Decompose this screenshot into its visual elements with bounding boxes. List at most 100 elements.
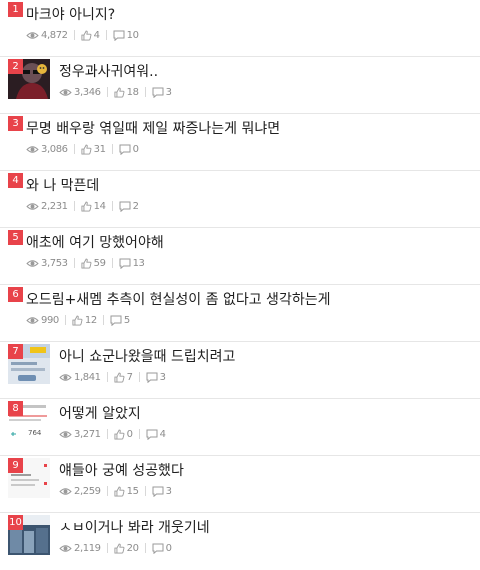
- post-meta: 3,753 59 13: [26, 256, 145, 270]
- comment-icon: [110, 315, 122, 326]
- post-title[interactable]: 마크야 아니지?: [26, 6, 115, 24]
- comment-icon: [119, 201, 131, 212]
- post-title[interactable]: 오드림+새멤 추측이 현실성이 좀 없다고 생각하는게: [26, 291, 330, 309]
- rank-badge: 5: [8, 230, 23, 245]
- comment-icon: [146, 372, 158, 383]
- like-count: 31: [93, 143, 106, 155]
- view-count: 2,231: [41, 200, 68, 212]
- like-count: 4: [93, 29, 100, 41]
- post-title[interactable]: 어떻게 알았지: [59, 405, 141, 423]
- like-count: 59: [93, 257, 106, 269]
- comment-count: 5: [123, 314, 130, 326]
- like-count: 18: [126, 86, 139, 98]
- view-count: 2,259: [74, 485, 101, 497]
- meta-divider: [105, 30, 107, 40]
- view-count: 3,346: [74, 86, 101, 98]
- comment-icon: [152, 87, 164, 98]
- post-meta: 2,119 20 0: [59, 541, 172, 555]
- post-meta: 3,271 0 4: [59, 427, 166, 441]
- thumbs-up-icon: [114, 429, 125, 440]
- meta-divider: [106, 87, 108, 97]
- meta-divider: [73, 258, 75, 268]
- comment-count: 0: [132, 143, 139, 155]
- meta-divider: [111, 144, 113, 154]
- meta-divider: [111, 201, 113, 211]
- rank-badge: 8: [8, 401, 23, 416]
- meta-divider: [73, 201, 75, 211]
- post-title[interactable]: 아니 쇼군나왔을때 드립치려고: [59, 348, 235, 366]
- view-count: 990: [41, 314, 59, 326]
- meta-divider: [144, 486, 146, 496]
- like-count: 7: [126, 371, 133, 383]
- eye-icon: [59, 487, 72, 495]
- comment-count: 2: [132, 200, 139, 212]
- eye-icon: [26, 145, 39, 153]
- eye-icon: [26, 316, 39, 324]
- post-title[interactable]: 애초에 여기 망했어야해: [26, 234, 164, 252]
- meta-divider: [138, 429, 140, 439]
- thumbs-up-icon: [114, 486, 125, 497]
- eye-icon: [59, 430, 72, 438]
- post-title[interactable]: 와 나 막픈데: [26, 177, 99, 195]
- post-item-2[interactable]: 2 정우과사귀여워.. 3,346 18 3: [0, 57, 480, 114]
- post-title[interactable]: ㅅㅂ이거나 봐라 개웃기네: [59, 519, 210, 537]
- meta-divider: [106, 372, 108, 382]
- post-item-7[interactable]: 7 아니 쇼군나왔을때 드립치려고 1,841 7 3: [0, 342, 480, 399]
- post-meta: 3,346 18 3: [59, 85, 172, 99]
- comment-count: 10: [126, 29, 139, 41]
- rank-badge: 2: [8, 59, 23, 74]
- view-count: 3,271: [74, 428, 101, 440]
- meta-divider: [106, 429, 108, 439]
- meta-divider: [138, 372, 140, 382]
- post-meta: 2,259 15 3: [59, 484, 172, 498]
- post-meta: 3,086 31 0: [26, 142, 139, 156]
- meta-divider: [102, 315, 104, 325]
- thumbs-up-icon: [72, 315, 83, 326]
- hot-posts-list: 1 마크야 아니지? 4,872 4 10 2 정우과사귀여워.. 3,346 …: [0, 0, 480, 555]
- thumbs-up-icon: [114, 87, 125, 98]
- meta-divider: [64, 315, 66, 325]
- rank-badge: 1: [8, 2, 23, 17]
- post-item-4[interactable]: 4 와 나 막픈데 2,231 14 2: [0, 171, 480, 228]
- post-item-3[interactable]: 3 무명 배우랑 엮일때 제일 짜증나는게 뭐냐면 3,086 31 0: [0, 114, 480, 171]
- comment-count: 3: [165, 86, 172, 98]
- post-item-10[interactable]: 10 ㅅㅂ이거나 봐라 개웃기네 2,119 20 0: [0, 513, 480, 570]
- post-item-1[interactable]: 1 마크야 아니지? 4,872 4 10: [0, 0, 480, 57]
- post-meta: 2,231 14 2: [26, 199, 139, 213]
- post-item-9[interactable]: 9 얘들아 궁예 성공했다 2,259 15 3: [0, 456, 480, 513]
- eye-icon: [26, 31, 39, 39]
- rank-badge: 6: [8, 287, 23, 302]
- post-item-6[interactable]: 6 오드림+새멤 추측이 현실성이 좀 없다고 생각하는게 990 12 5: [0, 285, 480, 342]
- rank-badge: 10: [8, 515, 23, 530]
- eye-icon: [26, 202, 39, 210]
- post-item-8[interactable]: 764 8 어떻게 알았지 3,271 0 4: [0, 399, 480, 456]
- comment-icon: [113, 30, 125, 41]
- post-title[interactable]: 무명 배우랑 엮일때 제일 짜증나는게 뭐냐면: [26, 120, 280, 138]
- comment-count: 3: [159, 371, 166, 383]
- post-title[interactable]: 얘들아 궁예 성공했다: [59, 462, 184, 480]
- post-title[interactable]: 정우과사귀여워..: [59, 63, 158, 81]
- meta-divider: [73, 30, 75, 40]
- comment-icon: [119, 144, 131, 155]
- meta-divider: [106, 486, 108, 496]
- rank-badge: 3: [8, 116, 23, 131]
- post-meta: 4,872 4 10: [26, 28, 139, 42]
- comment-icon: [152, 486, 164, 497]
- thumbs-up-icon: [81, 144, 92, 155]
- view-count: 1,841: [74, 371, 101, 383]
- comment-count: 13: [132, 257, 145, 269]
- thumbs-up-icon: [81, 201, 92, 212]
- eye-icon: [59, 88, 72, 96]
- eye-icon: [59, 373, 72, 381]
- meta-divider: [73, 144, 75, 154]
- rank-badge: 4: [8, 173, 23, 188]
- thumbnail-text: 764: [28, 429, 42, 437]
- thumbs-up-icon: [114, 372, 125, 383]
- comment-count: 4: [159, 428, 166, 440]
- meta-divider: [144, 87, 146, 97]
- comment-count: 3: [165, 485, 172, 497]
- eye-icon: [26, 259, 39, 267]
- post-item-5[interactable]: 5 애초에 여기 망했어야해 3,753 59 13: [0, 228, 480, 285]
- like-count: 12: [84, 314, 97, 326]
- view-count: 3,086: [41, 143, 68, 155]
